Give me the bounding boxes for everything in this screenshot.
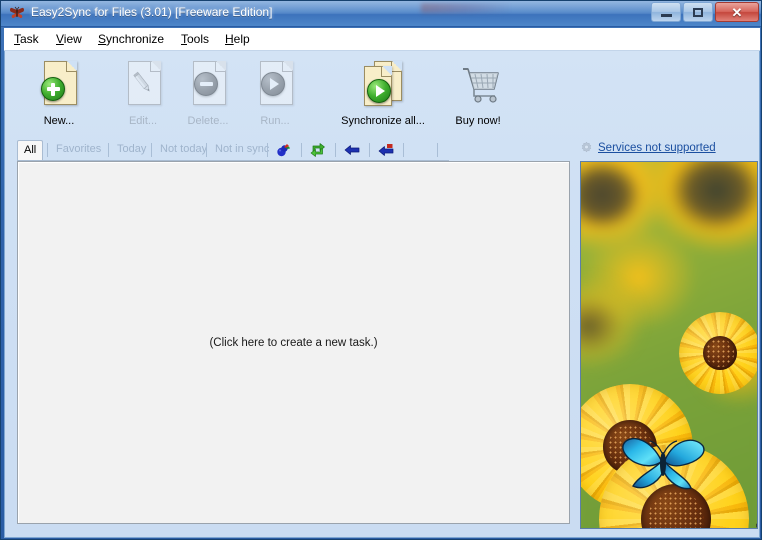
tab-separator	[369, 143, 370, 157]
tab-separator	[437, 143, 438, 157]
toolbar: New... Edit... Delete... Run... Synchron…	[5, 51, 761, 139]
synchronize-all-icon	[362, 61, 404, 109]
menu-item-view[interactable]: View	[54, 32, 84, 46]
promotional-image[interactable]: Turn off image	[580, 161, 758, 529]
minimize-icon	[660, 13, 672, 17]
services-not-supported-link[interactable]: Services not supported	[580, 141, 716, 154]
tab-separator	[403, 143, 404, 157]
toolbar-label-new: New...	[43, 115, 75, 127]
menu-item-task[interactable]: Task	[12, 32, 41, 46]
tab-strip: All Favorites Today Not today Not in syn…	[17, 140, 449, 161]
close-button[interactable]: ✕	[715, 2, 759, 22]
run-task-icon	[254, 61, 296, 109]
toolbar-label-run: Run...	[260, 115, 290, 127]
task-list-empty-area[interactable]: (Click here to create a new task.)	[20, 164, 567, 521]
shopping-cart-icon	[457, 61, 499, 109]
sunflower-small	[679, 312, 757, 394]
task-list-panel[interactable]: (Click here to create a new task.)	[17, 161, 570, 524]
close-icon: ✕	[731, 4, 743, 20]
toolbar-label-edit: Edit...	[128, 115, 158, 127]
tab-today[interactable]: Today	[111, 140, 152, 160]
toolbar-button-synchronize-all[interactable]: Synchronize all...	[335, 57, 431, 139]
window-title: Easy2Sync for Files (3.01) [Freeware Edi…	[31, 5, 273, 19]
blue-butterfly	[622, 437, 705, 490]
menu-item-synchronize[interactable]: Synchronize	[96, 32, 166, 46]
maximize-button[interactable]	[683, 2, 713, 22]
services-link-label: Services not supported	[598, 141, 716, 154]
gear-icon	[581, 141, 592, 153]
tab-not-today[interactable]: Not today	[154, 140, 213, 160]
sunflower-scene: Turn off image	[581, 162, 757, 528]
sync-refresh-icon[interactable]	[309, 142, 327, 158]
minimize-button[interactable]	[651, 2, 681, 22]
tab-separator	[47, 143, 48, 157]
toolbar-label-synchronize-all: Synchronize all...	[341, 115, 425, 127]
delete-task-icon	[187, 61, 229, 109]
toolbar-label-delete: Delete...	[187, 115, 229, 127]
tab-not-in-sync[interactable]: Not in sync	[209, 140, 275, 160]
application-window: Easy2Sync for Files (3.01) [Freeware Edi…	[0, 0, 762, 540]
title-bar[interactable]: Easy2Sync for Files (3.01) [Freeware Edi…	[1, 1, 761, 27]
arrow-left-red-icon[interactable]	[377, 142, 395, 158]
tab-separator	[206, 143, 207, 157]
tab-all[interactable]: All	[17, 140, 44, 161]
toolbar-button-new[interactable]: New...	[11, 57, 107, 139]
toolbar-button-buy-now[interactable]: Buy now!	[430, 57, 526, 139]
turn-off-image-link[interactable]: Turn off image	[753, 522, 757, 528]
tab-separator	[151, 143, 152, 157]
menu-item-help[interactable]: Help	[223, 32, 252, 46]
tab-separator	[301, 143, 302, 157]
favorites-berry-icon[interactable]	[275, 142, 293, 158]
titlebar-artifact	[421, 3, 511, 13]
menu-item-tools[interactable]: Tools	[179, 32, 211, 46]
butterfly-app-icon	[10, 6, 24, 19]
maximize-icon	[693, 7, 703, 17]
empty-task-hint: (Click here to create a new task.)	[209, 336, 378, 349]
tab-favorites[interactable]: Favorites	[50, 140, 107, 160]
menu-bar: Task View Synchronize Tools Help	[4, 28, 760, 51]
edit-task-icon	[122, 61, 164, 109]
arrow-left-icon[interactable]	[343, 142, 361, 158]
toolbar-label-buy-now: Buy now!	[455, 115, 501, 127]
tab-separator	[108, 143, 109, 157]
new-task-icon	[38, 61, 80, 109]
tab-separator	[267, 143, 268, 157]
toolbar-button-run[interactable]: Run...	[227, 57, 323, 139]
tab-separator	[335, 143, 336, 157]
client-area: New... Edit... Delete... Run... Synchron…	[4, 51, 760, 538]
